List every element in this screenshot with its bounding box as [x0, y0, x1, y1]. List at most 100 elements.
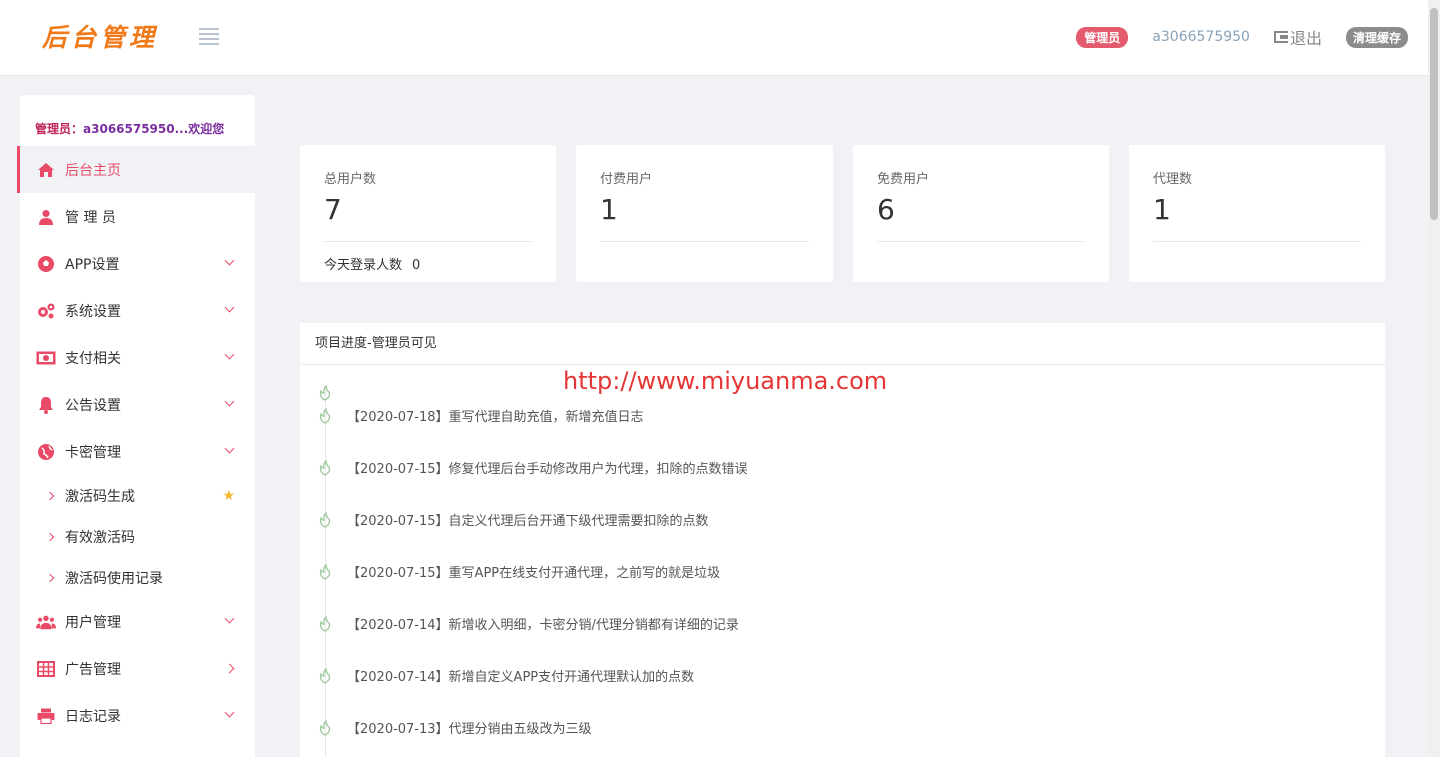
- sidebar-item-label: 公告设置: [65, 397, 121, 414]
- timeline-item: 【2020-07-15】修复代理后台手动修改用户为代理，扣除的点数错误: [317, 458, 748, 477]
- sidebar-item-label: 用户管理: [65, 614, 121, 631]
- divider: [324, 241, 532, 242]
- leaf-icon: [317, 510, 333, 528]
- top-header: 后台管理 管理员 a3066575950 退出 清理缓存: [0, 0, 1428, 76]
- user-icon: [36, 208, 56, 226]
- stat-value: 1: [600, 193, 618, 226]
- watermark-text: http://www.miyuanma.com: [563, 367, 888, 395]
- logo[interactable]: 后台管理: [42, 18, 158, 54]
- stat-value: 6: [877, 193, 895, 226]
- chevron-right-icon: [45, 491, 55, 500]
- project-progress-panel: 项目进度-管理员可见 http://www.miyuanma.com 【2020…: [300, 323, 1385, 757]
- clear-cache-button[interactable]: 清理缓存: [1345, 26, 1408, 48]
- chevron-down-icon: [224, 255, 235, 266]
- sidebar-item-label: 系统设置: [65, 303, 121, 320]
- sign-out-icon: [1273, 31, 1288, 43]
- timeline-text: 【2020-07-15】自定义代理后台开通下级代理需要扣除的点数: [347, 514, 709, 529]
- panel-title: 项目进度-管理员可见: [300, 323, 1385, 365]
- logout-label: 退出: [1289, 29, 1322, 48]
- welcome-message: 管理员：a3066575950...欢迎您: [35, 120, 224, 137]
- leaf-icon: [317, 666, 333, 684]
- chevron-down-icon: [224, 707, 235, 718]
- sidebar-subitem-label: 激活码生成: [65, 488, 135, 505]
- stat-label: 代理数: [1153, 172, 1193, 187]
- timeline-item: 【2020-07-13】代理分销由五级改为三级: [317, 718, 592, 737]
- timeline-item: 【2020-07-18】重写代理自助充值，新增充值日志: [317, 406, 644, 425]
- sidebar-item-label: 卡密管理: [65, 444, 121, 461]
- chevron-right-icon: [45, 532, 55, 541]
- sidebar-item-label: 后台主页: [65, 162, 121, 179]
- sidebar-subitem-label: 有效激活码: [65, 529, 135, 546]
- timeline-text: 【2020-07-15】重写APP在线支付开通代理，之前写的就是垃圾: [347, 566, 721, 581]
- sidebar-nav: 后台主页 管 理 员 APP设置 系统设置 支付相关 公告设置 卡密管理 激活码…: [17, 146, 255, 739]
- chevron-down-icon: [224, 613, 235, 624]
- stat-label: 付费用户: [600, 172, 653, 187]
- globe-icon: [36, 443, 56, 461]
- sidebar-item-label: 广告管理: [65, 661, 121, 678]
- leaf-icon: [317, 718, 333, 736]
- stat-card-paid-users: 付费用户 1: [576, 145, 833, 282]
- welcome-prefix: 管理员：: [35, 122, 84, 136]
- chevron-right-icon: [45, 573, 55, 582]
- stat-card-total-users: 总用户数 7 今天登录人数 0: [300, 145, 556, 282]
- timeline-start: [317, 384, 333, 401]
- sidebar-item-label: APP设置: [65, 256, 120, 273]
- stat-card-free-users: 免费用户 6: [853, 145, 1109, 282]
- stat-label: 免费用户: [877, 172, 930, 187]
- stat-card-agents: 代理数 1: [1129, 145, 1385, 282]
- sidebar-item-label: 日志记录: [65, 708, 121, 725]
- leaf-icon: [317, 614, 333, 632]
- sidebar-item-label: 管 理 员: [65, 209, 116, 226]
- sidebar-item-home[interactable]: 后台主页: [17, 146, 255, 193]
- timeline-item: 【2020-07-15】自定义代理后台开通下级代理需要扣除的点数: [317, 510, 709, 529]
- sidebar-item-system-settings[interactable]: 系统设置: [17, 287, 255, 334]
- bell-icon: [36, 396, 56, 414]
- leaf-icon: [317, 406, 333, 424]
- sidebar-item-app-settings[interactable]: APP设置: [17, 240, 255, 287]
- header-right: 管理员 a3066575950 退出 清理缓存: [1076, 26, 1408, 48]
- sidebar-subitem-code-usage-log[interactable]: 激活码使用记录: [17, 557, 255, 598]
- sidebar: 管理员：a3066575950...欢迎您 后台主页 管 理 员 APP设置 系…: [17, 95, 255, 757]
- sidebar-subitem-label: 激活码使用记录: [65, 570, 163, 587]
- timeline-text: 【2020-07-14】新增收入明细，卡密分销/代理分销都有详细的记录: [347, 618, 739, 633]
- sidebar-item-admin[interactable]: 管 理 员: [17, 193, 255, 240]
- divider: [877, 241, 1085, 242]
- home-icon: [36, 161, 56, 179]
- sidebar-item-payment[interactable]: 支付相关: [17, 334, 255, 381]
- sidebar-item-ads[interactable]: 广告管理: [17, 645, 255, 692]
- chevron-down-icon: [224, 396, 235, 407]
- gears-icon: [36, 302, 56, 320]
- menu-toggle-icon[interactable]: [199, 28, 219, 45]
- money-icon: [36, 349, 56, 367]
- timeline-item: 【2020-07-15】重写APP在线支付开通代理，之前写的就是垃圾: [317, 562, 720, 581]
- print-icon: [36, 707, 56, 725]
- timeline-text: 【2020-07-18】重写代理自助充值，新增充值日志: [347, 410, 644, 425]
- timeline-text: 【2020-07-13】代理分销由五级改为三级: [347, 722, 592, 737]
- sidebar-item-card-keys[interactable]: 卡密管理: [17, 428, 255, 475]
- soccer-ball-icon: [36, 255, 56, 273]
- sidebar-item-users[interactable]: 用户管理: [17, 598, 255, 645]
- sidebar-item-notice[interactable]: 公告设置: [17, 381, 255, 428]
- users-icon: [36, 613, 56, 631]
- timeline-text: 【2020-07-15】修复代理后台手动修改用户为代理，扣除的点数错误: [347, 462, 748, 477]
- stat-value: 1: [1153, 193, 1171, 226]
- table-icon: [36, 660, 56, 678]
- welcome-name: a3066575950...欢迎您: [83, 122, 225, 136]
- page-scrollbar[interactable]: [1428, 0, 1440, 757]
- role-badge: 管理员: [1076, 26, 1129, 48]
- logout-button[interactable]: 退出: [1273, 25, 1322, 49]
- stat-label: 总用户数: [324, 172, 377, 187]
- chevron-down-icon: [224, 443, 235, 454]
- scrollbar-thumb[interactable]: [1430, 8, 1438, 220]
- today-login-value: 0: [412, 258, 421, 273]
- sidebar-item-logs[interactable]: 日志记录: [17, 692, 255, 739]
- leaf-icon: [317, 562, 333, 580]
- divider: [600, 241, 809, 242]
- chevron-right-icon: [224, 663, 235, 674]
- username-link[interactable]: a3066575950: [1152, 29, 1250, 45]
- sidebar-item-label: 支付相关: [65, 350, 121, 367]
- chevron-down-icon: [224, 349, 235, 360]
- stat-value: 7: [324, 193, 342, 226]
- sidebar-subitem-valid-codes[interactable]: 有效激活码: [17, 516, 255, 557]
- sidebar-subitem-generate-code[interactable]: 激活码生成 ★: [17, 475, 255, 516]
